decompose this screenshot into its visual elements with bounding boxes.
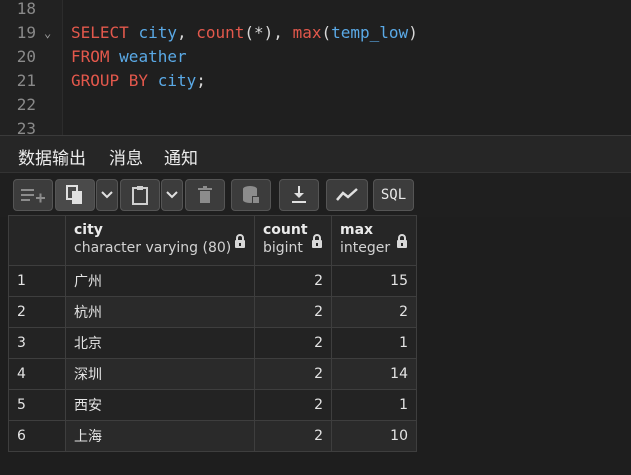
column-header-max[interactable]: max integer bbox=[331, 215, 417, 266]
code-token: , bbox=[176, 23, 197, 42]
add-row-button[interactable] bbox=[13, 179, 53, 211]
code-text: FROM weather bbox=[71, 45, 187, 69]
code-line[interactable]: 19 ⌄ SELECT city, count(*), max(temp_low) bbox=[0, 21, 631, 45]
sql-icon: SQL bbox=[380, 187, 407, 203]
cell-city[interactable]: 深圳 bbox=[65, 358, 255, 390]
cell-max[interactable]: 10 bbox=[331, 420, 417, 452]
column-header-city[interactable]: city character varying (80) bbox=[65, 215, 255, 266]
code-token: city bbox=[157, 71, 197, 90]
column-type: character varying (80) bbox=[74, 240, 232, 256]
add-row-icon bbox=[21, 189, 45, 203]
code-line[interactable]: 23 bbox=[0, 117, 631, 135]
save-data-icon bbox=[243, 186, 260, 204]
code-token: temp_low bbox=[331, 23, 409, 42]
cell-max[interactable]: 14 bbox=[331, 358, 417, 390]
line-number: 19 bbox=[16, 23, 36, 42]
download-icon bbox=[292, 186, 306, 203]
cell-city[interactable]: 西安 bbox=[65, 389, 255, 421]
line-number: 22 bbox=[16, 95, 36, 114]
row-number[interactable]: 3 bbox=[8, 327, 66, 359]
code-token: FROM bbox=[71, 47, 110, 66]
chevron-down-icon bbox=[101, 191, 113, 199]
chevron-down-icon bbox=[166, 191, 178, 199]
row-number[interactable]: 2 bbox=[8, 296, 66, 328]
cell-count[interactable]: 2 bbox=[254, 389, 332, 421]
code-token: GROUP BY bbox=[71, 71, 149, 90]
copy-icon bbox=[66, 185, 82, 204]
tab-notifications[interactable]: 通知 bbox=[164, 144, 198, 169]
code-token: city bbox=[138, 23, 177, 42]
cell-count[interactable]: 2 bbox=[254, 358, 332, 390]
code-token: count bbox=[196, 23, 245, 42]
code-line[interactable]: 20 FROM weather bbox=[0, 45, 631, 69]
table-row[interactable]: 2 杭州 2 2 bbox=[8, 296, 417, 328]
result-grid: city character varying (80) count bigint bbox=[8, 215, 417, 452]
code-token: ) bbox=[408, 23, 418, 42]
code-token: weather bbox=[119, 47, 187, 66]
row-number-header bbox=[8, 215, 66, 266]
paste-icon bbox=[132, 186, 148, 205]
line-number: 23 bbox=[16, 119, 36, 135]
delete-button[interactable] bbox=[185, 179, 225, 211]
column-header-count[interactable]: count bigint bbox=[254, 215, 332, 266]
table-row[interactable]: 4 深圳 2 14 bbox=[8, 358, 417, 390]
code-text: GROUP BY city; bbox=[71, 69, 206, 93]
code-token: SELECT bbox=[71, 23, 129, 42]
sql-editor[interactable]: 18 19 ⌄ SELECT city, count(*), max(temp_low… bbox=[0, 0, 631, 135]
paste-button[interactable] bbox=[120, 179, 160, 211]
output-tabs: 数据输出 消息 通知 bbox=[0, 135, 631, 177]
copy-options-dropdown[interactable] bbox=[96, 179, 118, 211]
line-number: 21 bbox=[16, 71, 36, 90]
cell-count[interactable]: 2 bbox=[254, 296, 332, 328]
table-row[interactable]: 1 广州 2 15 bbox=[8, 265, 417, 297]
cell-max[interactable]: 2 bbox=[331, 296, 417, 328]
cell-count[interactable]: 2 bbox=[254, 265, 332, 297]
row-number[interactable]: 6 bbox=[8, 420, 66, 452]
code-text: SELECT city, count(*), max(temp_low) bbox=[71, 21, 418, 45]
cell-max[interactable]: 15 bbox=[331, 265, 417, 297]
code-line[interactable]: 22 bbox=[0, 93, 631, 117]
cell-city[interactable]: 杭州 bbox=[65, 296, 255, 328]
download-button[interactable] bbox=[279, 179, 319, 211]
row-number[interactable]: 1 bbox=[8, 265, 66, 297]
cell-city[interactable]: 广州 bbox=[65, 265, 255, 297]
cell-max[interactable]: 1 bbox=[331, 327, 417, 359]
line-number: 20 bbox=[16, 47, 36, 66]
delete-icon bbox=[198, 186, 212, 203]
tab-messages[interactable]: 消息 bbox=[109, 144, 143, 169]
lock-icon bbox=[235, 234, 245, 248]
save-data-button[interactable] bbox=[231, 179, 271, 211]
code-token: ( bbox=[321, 23, 332, 42]
cell-count[interactable]: 2 bbox=[254, 420, 332, 452]
graph-visualiser-button[interactable] bbox=[326, 179, 368, 211]
table-row[interactable]: 5 西安 2 1 bbox=[8, 389, 417, 421]
code-token: ; bbox=[196, 71, 206, 90]
sql-button[interactable]: SQL bbox=[373, 179, 414, 211]
row-number[interactable]: 4 bbox=[8, 358, 66, 390]
line-number: 18 bbox=[16, 0, 36, 18]
column-name: city bbox=[74, 222, 103, 238]
code-line[interactable]: 18 bbox=[0, 0, 631, 21]
fold-toggle-icon[interactable]: ⌄ bbox=[44, 21, 51, 45]
cell-count[interactable]: 2 bbox=[254, 327, 332, 359]
lock-icon bbox=[397, 234, 407, 248]
code-line[interactable]: 21 GROUP BY city; bbox=[0, 69, 631, 93]
data-output-toolbar: SQL bbox=[0, 172, 631, 217]
table-row[interactable]: 3 北京 2 1 bbox=[8, 327, 417, 359]
copy-button[interactable] bbox=[55, 179, 95, 211]
row-number[interactable]: 5 bbox=[8, 389, 66, 421]
cell-max[interactable]: 1 bbox=[331, 389, 417, 421]
lock-icon bbox=[312, 234, 322, 248]
table-row[interactable]: 6 上海 2 10 bbox=[8, 420, 417, 452]
cell-city[interactable]: 上海 bbox=[65, 420, 255, 452]
graph-icon bbox=[336, 188, 358, 201]
paste-options-dropdown[interactable] bbox=[161, 179, 183, 211]
code-token: max bbox=[292, 23, 322, 42]
code-token: (*), bbox=[244, 23, 293, 42]
cell-city[interactable]: 北京 bbox=[65, 327, 255, 359]
